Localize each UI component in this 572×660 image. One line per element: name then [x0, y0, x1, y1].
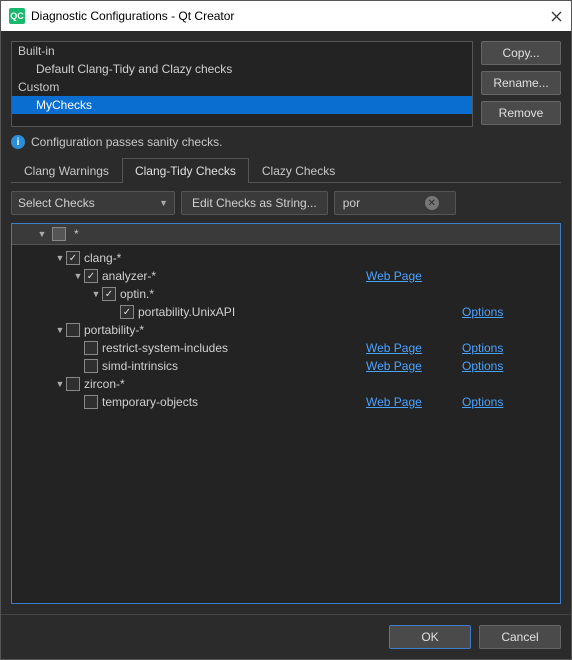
checks-tree[interactable]: ▼ * ▼clang-*▼analyzer-*Web Page▼optin.*p… — [11, 223, 561, 604]
options-link[interactable]: Options — [462, 395, 503, 409]
check-checkbox[interactable] — [66, 251, 80, 265]
expand-collapse-icon[interactable]: ▼ — [54, 378, 66, 390]
dialog-window: QC Diagnostic Configurations - Qt Creato… — [0, 0, 572, 660]
tab-clazy[interactable]: Clazy Checks — [249, 158, 348, 183]
tab-bar: Clang Warnings Clang-Tidy Checks Clazy C… — [11, 157, 561, 183]
check-checkbox[interactable] — [84, 395, 98, 409]
check-label: portability.UnixAPI — [138, 305, 235, 319]
options-link[interactable]: Options — [462, 305, 503, 319]
web-page-link[interactable]: Web Page — [366, 341, 422, 355]
tab-clang-warnings[interactable]: Clang Warnings — [11, 158, 122, 183]
web-page-link[interactable]: Web Page — [366, 269, 422, 283]
sanity-message: i Configuration passes sanity checks. — [11, 135, 561, 149]
tree-row[interactable]: ▼ clang-* — [12, 249, 560, 267]
tree-body: ▼clang-*▼analyzer-*Web Page▼optin.*porta… — [12, 245, 560, 415]
check-label: portability-* — [84, 323, 144, 337]
check-checkbox[interactable] — [84, 269, 98, 283]
tree-header[interactable]: ▼ * — [12, 224, 560, 245]
ok-button[interactable]: OK — [389, 625, 471, 649]
close-icon[interactable] — [549, 9, 563, 23]
tree-header-label: * — [74, 227, 79, 241]
tree-row[interactable]: portability.UnixAPI Options — [12, 303, 560, 321]
toolbar: Select Checks ▼ Edit Checks as String...… — [11, 191, 561, 215]
options-link[interactable]: Options — [462, 359, 503, 373]
check-label: optin.* — [120, 287, 154, 301]
window-title: Diagnostic Configurations - Qt Creator — [31, 9, 543, 23]
remove-button[interactable]: Remove — [481, 101, 561, 125]
config-item-builtin-0[interactable]: Default Clang-Tidy and Clazy checks — [12, 60, 472, 78]
check-checkbox[interactable] — [120, 305, 134, 319]
check-checkbox[interactable] — [66, 323, 80, 337]
expand-collapse-icon[interactable]: ▼ — [90, 288, 102, 300]
twisty-spacer — [108, 306, 120, 318]
clear-filter-icon[interactable]: ✕ — [425, 196, 439, 210]
check-label: zircon-* — [84, 377, 125, 391]
config-list[interactable]: Built-in Default Clang-Tidy and Clazy ch… — [11, 41, 473, 127]
tree-row[interactable]: ▼ analyzer-* Web Page — [12, 267, 560, 285]
tree-row[interactable]: temporary-objects Web Page Options — [12, 393, 560, 411]
check-label: simd-intrinsics — [102, 359, 178, 373]
config-group-builtin: Built-in — [12, 42, 472, 60]
side-buttons: Copy... Rename... Remove — [481, 41, 561, 127]
sanity-text: Configuration passes sanity checks. — [31, 135, 222, 149]
check-checkbox[interactable] — [84, 359, 98, 373]
expand-collapse-icon[interactable]: ▼ — [72, 270, 84, 282]
twisty-spacer — [72, 342, 84, 354]
cancel-button[interactable]: Cancel — [479, 625, 561, 649]
titlebar: QC Diagnostic Configurations - Qt Creato… — [1, 1, 571, 31]
check-checkbox[interactable] — [84, 341, 98, 355]
tree-row[interactable]: restrict-system-includes Web Page Options — [12, 339, 560, 357]
app-logo: QC — [9, 8, 25, 24]
rename-button[interactable]: Rename... — [481, 71, 561, 95]
check-label: temporary-objects — [102, 395, 198, 409]
web-page-link[interactable]: Web Page — [366, 395, 422, 409]
info-icon: i — [11, 135, 25, 149]
filter-input[interactable] — [341, 195, 425, 211]
copy-button[interactable]: Copy... — [481, 41, 561, 65]
dialog-footer: OK Cancel — [1, 614, 571, 659]
check-checkbox[interactable] — [102, 287, 116, 301]
select-checks-combo[interactable]: Select Checks ▼ — [11, 191, 175, 215]
tree-row[interactable]: ▼ zircon-* — [12, 375, 560, 393]
dialog-body: Built-in Default Clang-Tidy and Clazy ch… — [1, 31, 571, 614]
check-label: restrict-system-includes — [102, 341, 228, 355]
twisty-spacer — [72, 360, 84, 372]
tree-row[interactable]: ▼ optin.* — [12, 285, 560, 303]
config-item-custom-0[interactable]: MyChecks — [12, 96, 472, 114]
web-page-link[interactable]: Web Page — [366, 359, 422, 373]
expand-collapse-icon[interactable]: ▼ — [54, 324, 66, 336]
select-checks-label: Select Checks — [18, 196, 95, 210]
tree-collapse-all-icon[interactable]: ▼ — [36, 228, 48, 240]
tree-row[interactable]: simd-intrinsics Web Page Options — [12, 357, 560, 375]
check-checkbox[interactable] — [66, 377, 80, 391]
config-group-custom: Custom — [12, 78, 472, 96]
chevron-down-icon: ▼ — [159, 198, 168, 208]
twisty-spacer — [72, 396, 84, 408]
edit-checks-as-string-button[interactable]: Edit Checks as String... — [181, 191, 328, 215]
tab-clang-tidy[interactable]: Clang-Tidy Checks — [122, 158, 249, 183]
check-label: clang-* — [84, 251, 121, 265]
filter-field[interactable]: ✕ — [334, 191, 456, 215]
check-label: analyzer-* — [102, 269, 156, 283]
tree-row[interactable]: ▼ portability-* — [12, 321, 560, 339]
options-link[interactable]: Options — [462, 341, 503, 355]
expand-collapse-icon[interactable]: ▼ — [54, 252, 66, 264]
top-row: Built-in Default Clang-Tidy and Clazy ch… — [11, 41, 561, 127]
tree-select-all-checkbox[interactable] — [52, 227, 66, 241]
